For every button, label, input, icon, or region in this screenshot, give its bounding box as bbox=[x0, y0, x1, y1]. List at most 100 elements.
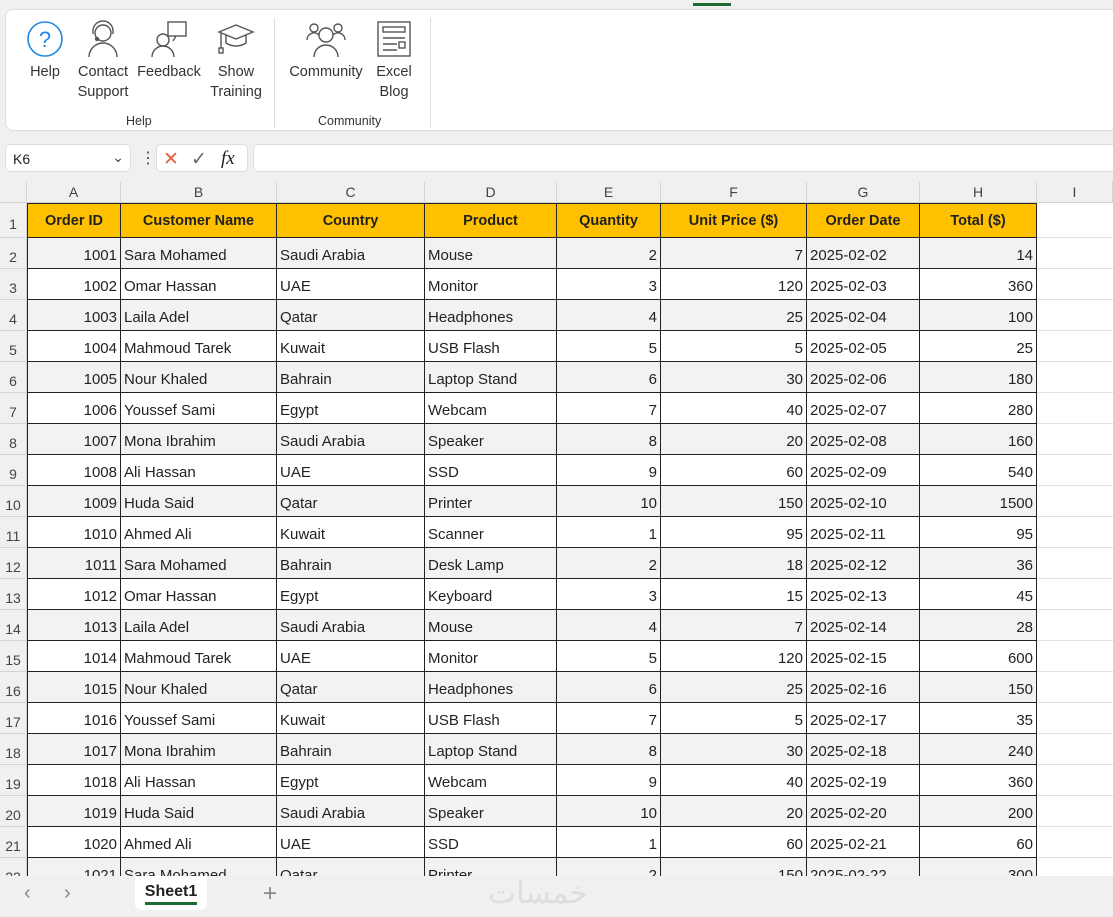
cancel-icon[interactable]: ✕ bbox=[163, 148, 179, 171]
empty-cell[interactable] bbox=[1037, 331, 1113, 362]
table-cell[interactable]: 2025-02-11 bbox=[807, 517, 920, 548]
row-header[interactable]: 22 bbox=[0, 858, 27, 876]
table-cell[interactable]: 35 bbox=[920, 703, 1037, 734]
table-cell[interactable]: 540 bbox=[920, 455, 1037, 486]
table-cell[interactable]: 15 bbox=[661, 579, 807, 610]
table-cell[interactable]: 200 bbox=[920, 796, 1037, 827]
table-cell[interactable]: 120 bbox=[661, 269, 807, 300]
table-cell[interactable]: 95 bbox=[920, 517, 1037, 548]
table-cell[interactable]: Webcam bbox=[425, 393, 557, 424]
table-cell[interactable]: 4 bbox=[557, 300, 661, 331]
empty-cell[interactable] bbox=[1037, 672, 1113, 703]
table-cell[interactable]: Huda Said bbox=[121, 796, 277, 827]
table-cell[interactable]: 40 bbox=[661, 765, 807, 796]
table-cell[interactable]: Nour Khaled bbox=[121, 362, 277, 393]
table-cell[interactable]: 1001 bbox=[27, 238, 121, 269]
header-cell[interactable]: Order ID bbox=[27, 203, 121, 238]
table-cell[interactable]: 1017 bbox=[27, 734, 121, 765]
next-sheet-icon[interactable]: › bbox=[64, 882, 71, 905]
table-cell[interactable]: UAE bbox=[277, 269, 425, 300]
empty-cell[interactable] bbox=[1037, 734, 1113, 765]
table-cell[interactable]: Scanner bbox=[425, 517, 557, 548]
table-cell[interactable]: 2 bbox=[557, 238, 661, 269]
table-cell[interactable]: 36 bbox=[920, 548, 1037, 579]
table-cell[interactable]: 45 bbox=[920, 579, 1037, 610]
row-header[interactable]: 17 bbox=[0, 703, 27, 734]
table-cell[interactable]: 1008 bbox=[27, 455, 121, 486]
contact-support-button[interactable]: Contact Support bbox=[74, 20, 132, 102]
row-header[interactable]: 19 bbox=[0, 765, 27, 796]
spreadsheet-grid[interactable]: ABCDEFGHI1Order IDCustomer NameCountryPr… bbox=[0, 182, 1113, 876]
row-header[interactable]: 1 bbox=[0, 203, 27, 238]
table-cell[interactable]: 5 bbox=[557, 641, 661, 672]
empty-cell[interactable] bbox=[1037, 610, 1113, 641]
table-cell[interactable]: Desk Lamp bbox=[425, 548, 557, 579]
table-cell[interactable]: 2025-02-18 bbox=[807, 734, 920, 765]
row-header[interactable]: 12 bbox=[0, 548, 27, 579]
chevron-down-icon[interactable]: ⌄ bbox=[112, 149, 124, 166]
table-cell[interactable]: 2025-02-21 bbox=[807, 827, 920, 858]
table-cell[interactable]: 1015 bbox=[27, 672, 121, 703]
table-cell[interactable]: 25 bbox=[661, 300, 807, 331]
more-options-icon[interactable]: ⋮ bbox=[140, 148, 156, 168]
table-cell[interactable]: 160 bbox=[920, 424, 1037, 455]
table-cell[interactable]: 9 bbox=[557, 455, 661, 486]
table-cell[interactable]: 2025-02-03 bbox=[807, 269, 920, 300]
table-cell[interactable]: 1011 bbox=[27, 548, 121, 579]
empty-cell[interactable] bbox=[1037, 765, 1113, 796]
empty-cell[interactable] bbox=[1037, 203, 1113, 238]
header-cell[interactable]: Order Date bbox=[807, 203, 920, 238]
table-cell[interactable]: 30 bbox=[661, 362, 807, 393]
excel-blog-button[interactable]: Excel Blog bbox=[372, 20, 416, 102]
formula-input[interactable] bbox=[253, 144, 1113, 172]
table-cell[interactable]: 280 bbox=[920, 393, 1037, 424]
row-header[interactable]: 4 bbox=[0, 300, 27, 331]
table-cell[interactable]: 60 bbox=[661, 827, 807, 858]
table-cell[interactable]: Monitor bbox=[425, 641, 557, 672]
empty-cell[interactable] bbox=[1037, 486, 1113, 517]
column-header-F[interactable]: F bbox=[661, 182, 807, 203]
column-header-B[interactable]: B bbox=[121, 182, 277, 203]
table-cell[interactable]: 150 bbox=[920, 672, 1037, 703]
empty-cell[interactable] bbox=[1037, 393, 1113, 424]
table-cell[interactable]: 2025-02-22 bbox=[807, 858, 920, 876]
header-cell[interactable]: Country bbox=[277, 203, 425, 238]
empty-cell[interactable] bbox=[1037, 455, 1113, 486]
row-header[interactable]: 6 bbox=[0, 362, 27, 393]
table-cell[interactable]: 8 bbox=[557, 734, 661, 765]
table-cell[interactable]: 3 bbox=[557, 269, 661, 300]
table-cell[interactable]: Sara Mohamed bbox=[121, 238, 277, 269]
table-cell[interactable]: 1007 bbox=[27, 424, 121, 455]
column-header-D[interactable]: D bbox=[425, 182, 557, 203]
table-cell[interactable]: Qatar bbox=[277, 300, 425, 331]
table-cell[interactable]: 2025-02-12 bbox=[807, 548, 920, 579]
row-header[interactable]: 8 bbox=[0, 424, 27, 455]
enter-icon[interactable]: ✓ bbox=[191, 148, 207, 171]
table-cell[interactable]: 1021 bbox=[27, 858, 121, 876]
row-header[interactable]: 10 bbox=[0, 486, 27, 517]
row-header[interactable]: 7 bbox=[0, 393, 27, 424]
table-cell[interactable]: 2025-02-15 bbox=[807, 641, 920, 672]
empty-cell[interactable] bbox=[1037, 827, 1113, 858]
table-cell[interactable]: 2025-02-08 bbox=[807, 424, 920, 455]
table-cell[interactable]: 1500 bbox=[920, 486, 1037, 517]
table-cell[interactable]: 18 bbox=[661, 548, 807, 579]
table-cell[interactable]: 1020 bbox=[27, 827, 121, 858]
table-cell[interactable]: 2025-02-13 bbox=[807, 579, 920, 610]
table-cell[interactable]: Ali Hassan bbox=[121, 455, 277, 486]
table-cell[interactable]: Speaker bbox=[425, 424, 557, 455]
table-cell[interactable]: 7 bbox=[557, 703, 661, 734]
table-cell[interactable]: 20 bbox=[661, 796, 807, 827]
table-cell[interactable]: Qatar bbox=[277, 672, 425, 703]
row-header[interactable]: 2 bbox=[0, 238, 27, 269]
table-cell[interactable]: Egypt bbox=[277, 393, 425, 424]
insert-function-icon[interactable]: fx bbox=[221, 148, 235, 170]
table-cell[interactable]: Printer bbox=[425, 858, 557, 876]
table-cell[interactable]: 6 bbox=[557, 362, 661, 393]
table-cell[interactable]: 95 bbox=[661, 517, 807, 548]
table-cell[interactable]: 2 bbox=[557, 858, 661, 876]
empty-cell[interactable] bbox=[1037, 548, 1113, 579]
table-cell[interactable]: Saudi Arabia bbox=[277, 796, 425, 827]
row-header[interactable]: 13 bbox=[0, 579, 27, 610]
table-cell[interactable]: 7 bbox=[661, 610, 807, 641]
